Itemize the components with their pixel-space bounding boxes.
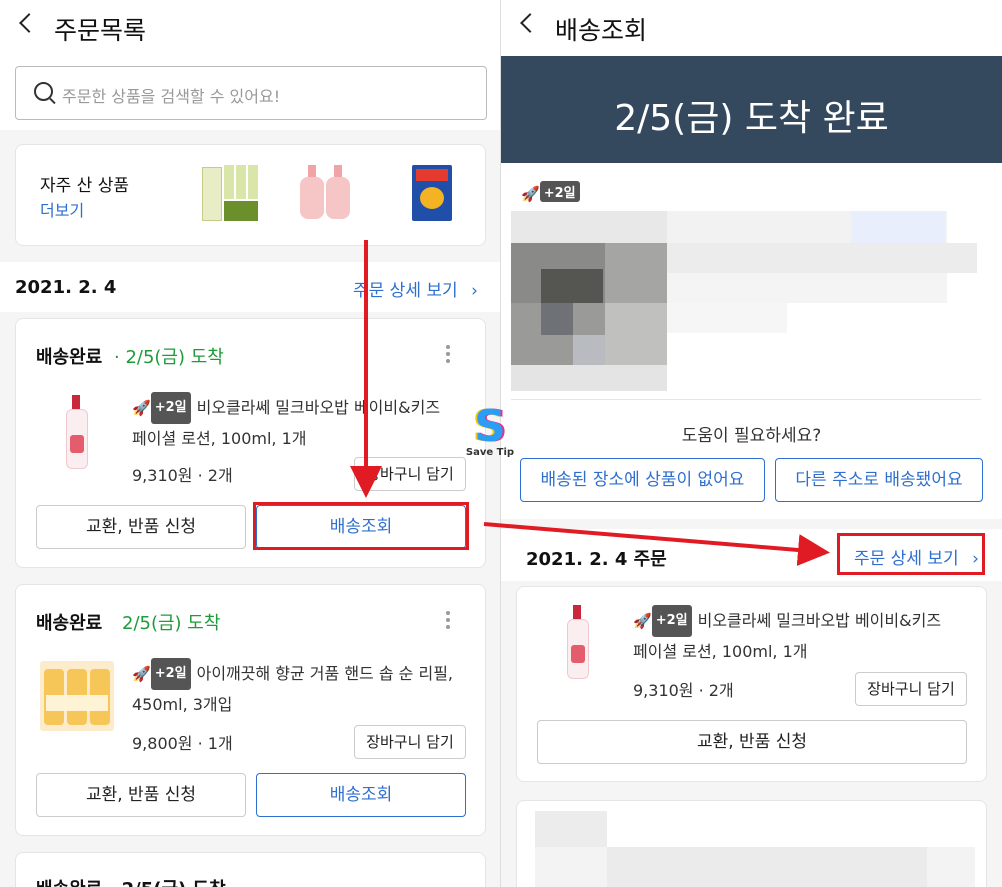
save-tip-watermark: S Save Tip bbox=[462, 403, 518, 465]
arrow-right bbox=[483, 522, 830, 566]
watermark-logo-icon: S bbox=[474, 401, 506, 452]
watermark-text: Save Tip bbox=[465, 447, 515, 458]
